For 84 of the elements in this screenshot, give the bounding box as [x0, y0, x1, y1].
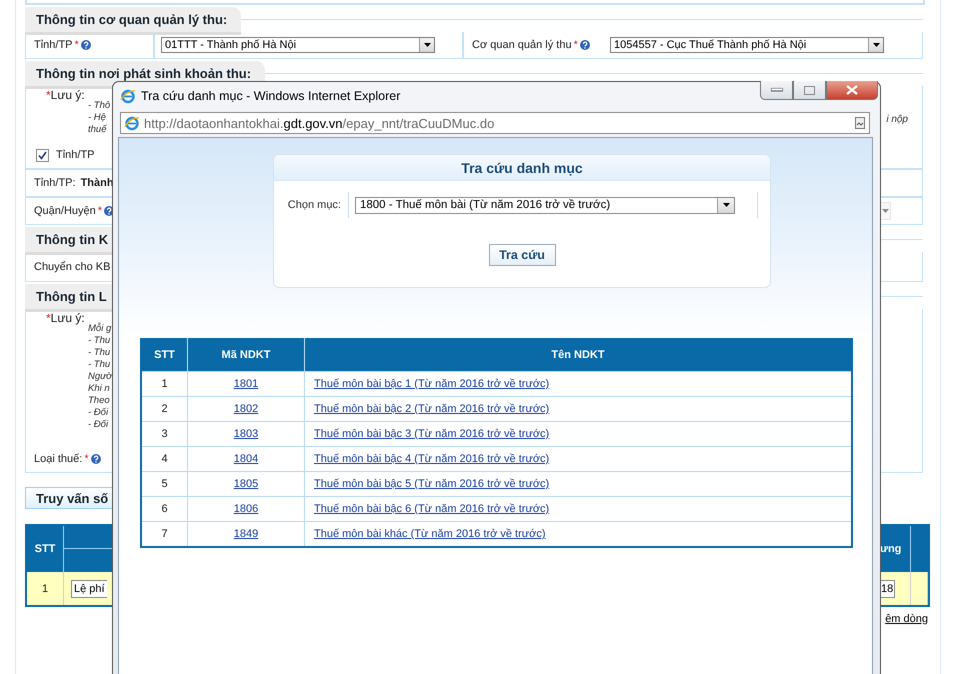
required-mark: *	[98, 205, 102, 217]
help-icon[interactable]	[90, 454, 101, 464]
field-label: Cơ quan quản lý thu	[472, 39, 572, 51]
table-cell: 7	[142, 521, 188, 546]
column-header: Tên NDKT	[305, 338, 851, 371]
close-icon	[846, 85, 858, 95]
note-text: - Thô	[88, 100, 110, 112]
note-text: - Đối	[88, 407, 110, 419]
note-text: Khi n	[88, 383, 111, 395]
checkbox-label: Tỉnh/TP	[56, 149, 95, 161]
note-text: - Thu	[88, 347, 112, 359]
note-text: - Hệ	[88, 112, 107, 124]
table-cell: 3	[142, 421, 188, 446]
note-text: thuế	[88, 124, 108, 136]
note-text: Mỗi g	[88, 323, 112, 335]
name-link[interactable]: Thuế môn bài bậc 2 (Từ năm 2016 trở về trước)	[314, 403, 550, 415]
name-field[interactable]: Lệ phí	[71, 580, 107, 598]
code-link[interactable]: 1804	[234, 453, 258, 465]
close-button[interactable]	[826, 81, 878, 100]
note-text: Ngườ	[88, 371, 112, 383]
code-link[interactable]: 1849	[234, 528, 258, 540]
browser-icon	[120, 88, 136, 104]
code-link[interactable]: 1802	[234, 403, 258, 415]
address-bar[interactable]: http://daotaonhantokhai.gdt.gov.vn/epay_nnt/traCuuDMuc.do	[120, 112, 870, 134]
name-link[interactable]: Thuế môn bài bậc 4 (Từ năm 2016 trở về trước)	[314, 453, 550, 465]
column-header: STT	[142, 338, 188, 371]
add-row-link[interactable]: êm dòng	[885, 613, 928, 625]
name-link[interactable]: Thuế môn bài khác (Từ năm 2016 trở về trước)	[314, 528, 546, 540]
page-icon[interactable]	[855, 117, 865, 129]
column-header: STT	[27, 526, 64, 572]
field-label: Tỉnh/TP:	[34, 177, 76, 189]
required-mark: *	[574, 39, 578, 51]
table-cell: 1	[142, 371, 188, 396]
code-link[interactable]: 1806	[234, 503, 258, 515]
section-title: Thông tin cơ quan quản lý thu:	[25, 7, 242, 32]
maximize-icon	[804, 86, 815, 94]
search-button[interactable]: Tra cứu	[488, 244, 556, 266]
minimize-icon	[770, 88, 782, 92]
code-link[interactable]: 1801	[234, 378, 258, 390]
caret-icon	[722, 203, 730, 207]
note-label: *Lưu ý:	[46, 88, 85, 102]
caret-icon	[424, 43, 430, 47]
code-link[interactable]: 1803	[234, 428, 258, 440]
table-cell: 6	[142, 496, 188, 521]
help-icon[interactable]	[580, 40, 590, 50]
table-cell: 1	[27, 572, 64, 605]
caret-icon	[882, 209, 889, 213]
browser-icon	[124, 115, 140, 131]
required-mark: *	[84, 453, 89, 465]
name-link[interactable]: Thuế môn bài bậc 1 (Từ năm 2016 trở về trước)	[314, 378, 550, 390]
url-text: http://daotaonhantokhai.gdt.gov.vn/epay_nnt/traCuuDMuc.do	[144, 116, 494, 130]
column-header: ưng	[880, 526, 911, 572]
column-header: Mã NDKT	[188, 338, 305, 371]
note-text: i nộp	[886, 114, 908, 127]
field-label: Chuyển cho KB	[34, 260, 110, 272]
field-label: Chọn mục:	[274, 192, 349, 218]
panel-title: Tra cứu danh mục	[461, 160, 583, 176]
name-link[interactable]: Thuế môn bài bậc 6 (Từ năm 2016 trở về trước)	[314, 503, 550, 515]
note-text: - Thu	[88, 359, 112, 371]
field-label: Tỉnh/TP	[34, 39, 73, 51]
note-text: - Thu	[88, 335, 112, 347]
category-select[interactable]: 1800 - Thuế môn bài (Từ năm 2016 trở về trước)	[355, 196, 735, 214]
province-select[interactable]: 01TTT - Thành phố Hà Nội	[161, 37, 435, 53]
required-mark: *	[74, 39, 79, 51]
minimize-button[interactable]	[760, 81, 793, 100]
help-icon[interactable]	[80, 40, 91, 50]
table-cell: 2	[142, 396, 188, 421]
note-label: *Lưu ý:	[46, 311, 85, 325]
table-cell: 5	[142, 471, 188, 496]
maximize-button[interactable]	[793, 81, 826, 100]
field-value: Thành	[80, 177, 114, 189]
checkbox[interactable]	[36, 148, 49, 162]
field-label: Loại thuế:	[34, 453, 82, 465]
note-text: - Đối	[88, 419, 110, 431]
window-title: Tra cứu danh mục - Windows Internet Explorer	[141, 89, 400, 103]
name-link[interactable]: Thuế môn bài bậc 3 (Từ năm 2016 trở về trước)	[314, 428, 550, 440]
amount-field[interactable]: 18	[880, 580, 896, 598]
note-text: Theo	[88, 395, 111, 407]
table-cell: 4	[142, 446, 188, 471]
code-link[interactable]: 1805	[234, 478, 258, 490]
agency-select[interactable]: 1054557 - Cục Thuế Thành phố Hà Nội	[610, 37, 884, 53]
field-label: Quận/Huyện	[34, 205, 96, 217]
caret-icon	[872, 43, 880, 47]
name-link[interactable]: Thuế môn bài bậc 5 (Từ năm 2016 trở về trước)	[314, 478, 550, 490]
